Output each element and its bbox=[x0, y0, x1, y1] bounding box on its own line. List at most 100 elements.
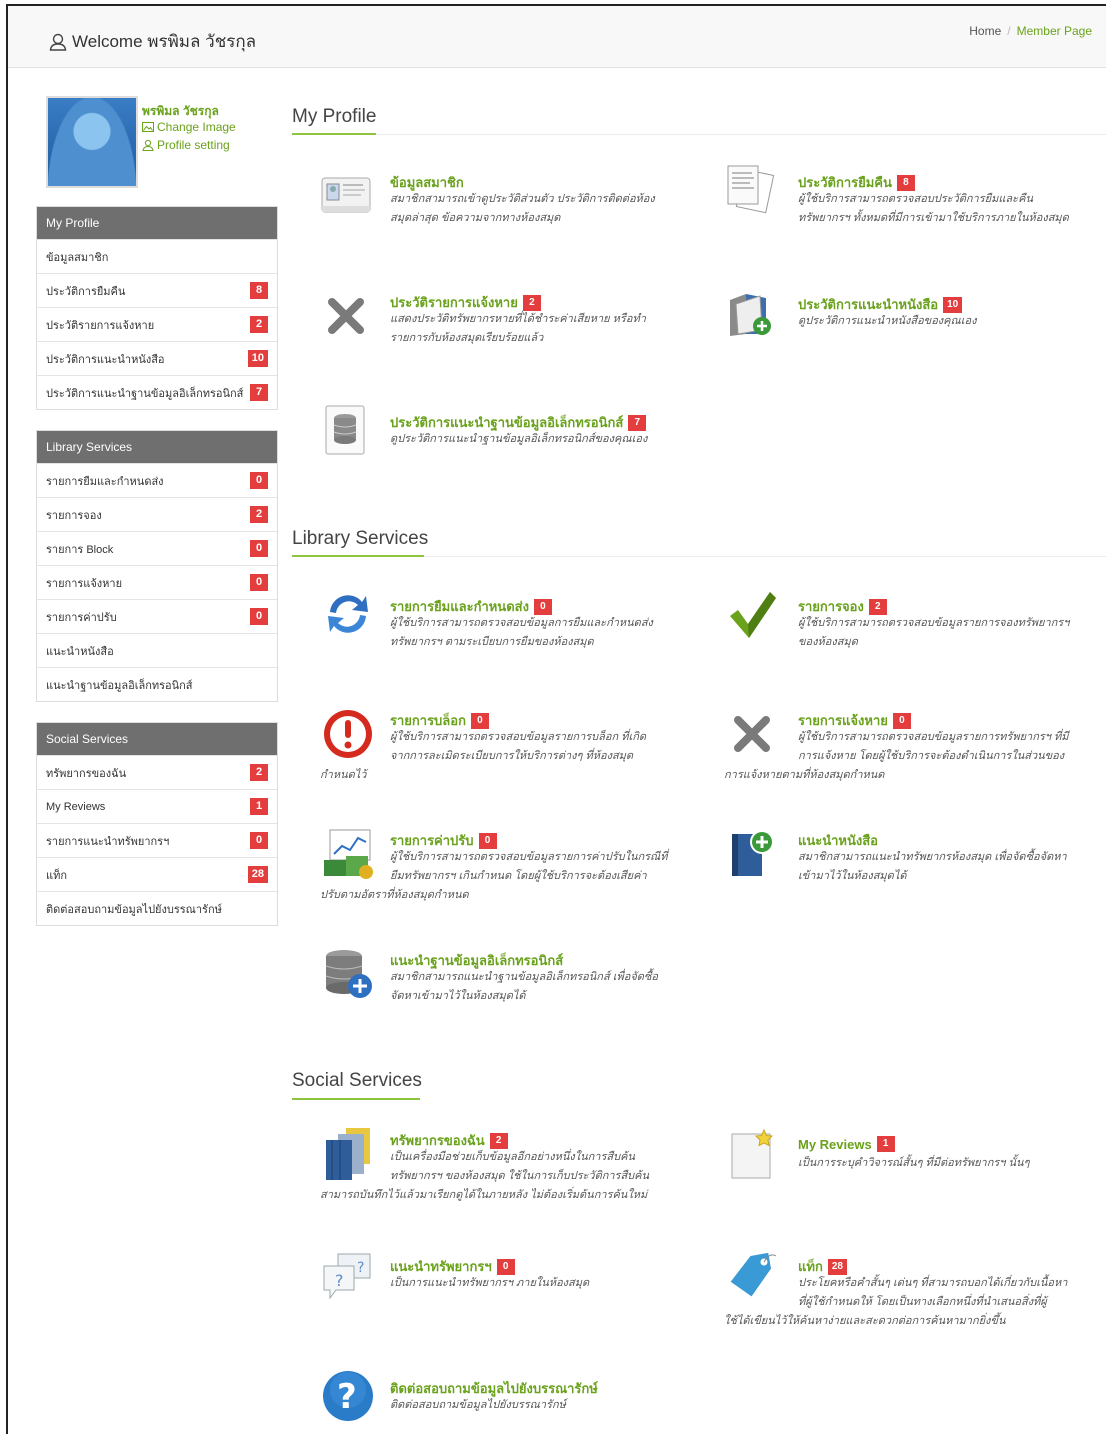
sidebar-item-lost[interactable]: รายการแจ้งหาย 0 bbox=[37, 565, 277, 599]
refresh-icon bbox=[328, 595, 368, 633]
section-title-social-services: Social Services bbox=[292, 1070, 422, 1091]
sidebar-item-label: ข้อมูลสมาชิก bbox=[46, 251, 109, 264]
desc-line: สมาชิกสามารถเข้าดูประวัติส่วนตัว ประวัติ… bbox=[390, 193, 655, 205]
sidebar-item-tags[interactable]: แท็ก 28 bbox=[37, 857, 277, 891]
sidebar-item-loans[interactable]: รายการยืมและกำหนดส่ง 0 bbox=[37, 463, 277, 497]
card-reservations[interactable]: รายการจอง 2 ผู้ใช้บริการสามารถตรวจสอบข้อม… bbox=[724, 586, 1106, 648]
profile-setting-link[interactable]: Profile setting bbox=[142, 138, 230, 152]
sidebar-item-lost-history[interactable]: ประวัติรายการแจ้งหาย 2 bbox=[37, 307, 277, 341]
sidebar-item-my-resources[interactable]: ทรัพยากรของฉัน 2 bbox=[37, 755, 277, 789]
card-suggest-database[interactable]: แนะนำฐานข้อมูลอิเล็กทรอนิกส์ สมาชิกสามาร… bbox=[320, 946, 700, 1006]
count-badge: 0 bbox=[496, 1258, 515, 1275]
count-badge: 2 bbox=[250, 506, 268, 523]
desc-line: สมุดล่าสุด ข้อความจากทางห้องสมุด bbox=[390, 212, 561, 224]
user-icon bbox=[142, 139, 154, 151]
sidebar-item-fines[interactable]: รายการค่าปรับ 0 bbox=[37, 599, 277, 633]
breadcrumb-home[interactable]: Home bbox=[969, 24, 1001, 38]
profile-name[interactable]: พรพิมล วัชรกุล bbox=[142, 102, 219, 121]
card-my-reviews[interactable]: My Reviews 1 เป็นการระบุคำวิจารณ์สั้นๆ ที… bbox=[724, 1126, 1106, 1186]
count-badge: 7 bbox=[250, 384, 268, 401]
card-description: ผู้ใช้บริการสามารถตรวจสอบข้อมูลรายการค่า… bbox=[390, 848, 690, 886]
help-icon: ? bbox=[323, 1371, 373, 1421]
card-my-resources[interactable]: ทรัพยากรของฉัน 2 เป็นเครื่องมือช่วยเก็บข้… bbox=[320, 1126, 700, 1210]
card-resource-suggestions[interactable]: ?? แนะนำทรัพยากรฯ 0 เป็นการแนะนำทรัพยากรฯ… bbox=[320, 1246, 700, 1306]
card-borrow-history[interactable]: ประวัติการยืมคืน 8 ผู้ใช้บริการสามารถตรวจ… bbox=[722, 162, 1106, 226]
alert-icon bbox=[324, 710, 372, 758]
count-badge: 2 bbox=[250, 316, 268, 333]
svg-text:?: ? bbox=[337, 1377, 357, 1417]
avatar[interactable] bbox=[46, 96, 138, 188]
sidebar-item-suggest-database[interactable]: แนะนำฐานข้อมูลอิเล็กทรอนิกส์ bbox=[37, 667, 277, 701]
desc-line: เป็นเครื่องมือช่วยเก็บข้อมูลอีกอย่างหนึ่… bbox=[390, 1151, 635, 1163]
welcome-heading: Welcome พรพิมล วัชรกุล bbox=[48, 28, 256, 55]
profile-setting-label: Profile setting bbox=[157, 138, 230, 152]
sidebar-item-label: รายการจอง bbox=[46, 509, 102, 522]
desc-line: จัดหาเข้ามาไว้ในห้องสมุดได้ bbox=[390, 990, 526, 1002]
card-description: แสดงประวัติทรัพยากรหายที่ได้ชำระค่าเสียห… bbox=[390, 310, 680, 348]
svg-text:?: ? bbox=[335, 1271, 344, 1290]
sidebar-item-database-suggest-history[interactable]: ประวัติการแนะนำฐานข้อมูลอิเล็กทรอนิกส์ 7 bbox=[37, 375, 277, 409]
desc-line: ที่ผู้ใช้กำหนดให้ โดยเป็นทางเลือกหนึ่งที… bbox=[798, 1296, 1047, 1308]
card-title[interactable]: My Reviews 1 bbox=[798, 1136, 895, 1152]
sidebar-item-my-reviews[interactable]: My Reviews 1 bbox=[37, 789, 277, 823]
card-description: ผู้ใช้บริการสามารถตรวจสอบประวัติการยืมแล… bbox=[798, 190, 1098, 228]
card-description-wrap: กำหนดไว้ bbox=[320, 766, 620, 785]
card-tags[interactable]: แท็ก 28 ประโยคหรือคำสั้นๆ เด่นๆ ที่สามารถ… bbox=[724, 1246, 1106, 1330]
sidebar-item-contact-librarian[interactable]: ติดต่อสอบถามข้อมูลไปยังบรรณารักษ์ bbox=[37, 891, 277, 925]
sidebar-item-label: รายการแจ้งหาย bbox=[46, 577, 123, 590]
sidebar-item-label: แท็ก bbox=[46, 869, 68, 882]
count-badge: 0 bbox=[892, 712, 911, 729]
count-badge: 2 bbox=[489, 1132, 508, 1149]
card-lost-history[interactable]: ประวัติรายการแจ้งหาย 2 แสดงประวัติทรัพยาก… bbox=[318, 288, 698, 348]
desc-line: ทรัพยากรฯ ตามระเบียบการยืมของห้องสมุด bbox=[390, 636, 594, 648]
image-icon bbox=[142, 122, 154, 132]
sidebar-item-reservations[interactable]: รายการจอง 2 bbox=[37, 497, 277, 531]
desc-line: ผู้ใช้บริการสามารถตรวจสอบข้อมูลรายการทรั… bbox=[798, 731, 1069, 743]
sidebar-item-book-suggest-history[interactable]: ประวัติการแนะนำหนังสือ 10 bbox=[37, 341, 277, 375]
card-fines[interactable]: รายการค่าปรับ 0 ผู้ใช้บริการสามารถตรวจสอบ… bbox=[320, 826, 700, 906]
sidebar-item-label: ประวัติการแนะนำหนังสือ bbox=[46, 353, 165, 366]
card-contact-librarian[interactable]: ? ติดต่อสอบถามข้อมูลไปยังบรรณารักษ์ ติดต… bbox=[320, 1368, 700, 1428]
count-badge: 10 bbox=[247, 350, 268, 367]
card-description-wrap: ปรับตามอัตราที่ห้องสมุดกำหนด bbox=[320, 886, 640, 905]
card-description: ดูประวัติการแนะนำฐานข้อมูลอิเล็กทรอนิกส์… bbox=[390, 430, 690, 449]
desc-line: ผู้ใช้บริการสามารถตรวจสอบข้อมูลรายการจอง… bbox=[798, 617, 1070, 629]
sidebar-item-borrow-history[interactable]: ประวัติการยืมคืน 8 bbox=[37, 273, 277, 307]
book-plus-icon bbox=[732, 830, 774, 876]
card-lost[interactable]: รายการแจ้งหาย 0 ผู้ใช้บริการสามารถตรวจสอบ… bbox=[724, 706, 1106, 786]
section-underline bbox=[292, 555, 424, 557]
count-badge: 28 bbox=[827, 1258, 847, 1275]
card-description: สมาชิกสามารถแนะนำฐานข้อมูลอิเล็กทรอนิกส์… bbox=[390, 968, 690, 1006]
desc-line: ดูประวัติการแนะนำหนังสือของคุณเอง bbox=[798, 315, 977, 327]
desc-line: จากการละเมิดระเบียบการให้บริการต่างๆ ที่… bbox=[390, 750, 634, 762]
desc-line: ติดต่อสอบถามข้อมูลไปยังบรรณารักษ์ bbox=[390, 1399, 566, 1411]
card-blocks[interactable]: รายการบล็อก 0 ผู้ใช้บริการสามารถตรวจสอบข้… bbox=[320, 706, 700, 786]
card-description: ประโยคหรือคำสั้นๆ เด่นๆ ที่สามารถบอกได้เ… bbox=[798, 1274, 1098, 1312]
svg-text:?: ? bbox=[357, 1260, 364, 1276]
count-badge: 7 bbox=[628, 414, 647, 431]
desc-line: ผู้ใช้บริการสามารถตรวจสอบข้อมูลรายการบล็… bbox=[390, 731, 647, 743]
sidebar-social-services: Social Services ทรัพยากรของฉัน 2 My Revie… bbox=[36, 722, 278, 926]
sidebar-item-blocks[interactable]: รายการ Block 0 bbox=[37, 531, 277, 565]
change-image-link[interactable]: Change Image bbox=[142, 120, 236, 134]
card-description: ติดต่อสอบถามข้อมูลไปยังบรรณารักษ์ bbox=[390, 1396, 690, 1415]
sidebar-item-label: รายการ Block bbox=[46, 543, 114, 556]
question-bubbles-icon: ?? bbox=[323, 1253, 371, 1300]
sidebar-item-resource-suggestions[interactable]: รายการแนะนำทรัพยากรฯ 0 bbox=[37, 823, 277, 857]
breadcrumb-member-page[interactable]: Member Page bbox=[1017, 24, 1092, 38]
desc-line: รายการกับห้องสมุดเรียบร้อยแล้ว bbox=[390, 332, 544, 344]
card-database-suggest-history[interactable]: ประวัติการแนะนำฐานข้อมูลอิเล็กทรอนิกส์ 7 … bbox=[318, 402, 698, 462]
count-badge: 0 bbox=[250, 608, 268, 625]
sidebar-item-member-info[interactable]: ข้อมูลสมาชิก bbox=[37, 239, 277, 273]
sidebar-item-label: ทรัพยากรของฉัน bbox=[46, 767, 127, 780]
card-suggest-book[interactable]: แนะนำหนังสือ สมาชิกสามารถแนะนำทรัพยากรห้… bbox=[724, 826, 1106, 886]
card-book-suggest-history[interactable]: ประวัติการแนะนำหนังสือ 10 ดูประวัติการแนะ… bbox=[722, 286, 1106, 346]
card-loans[interactable]: รายการยืมและกำหนดส่ง 0 ผู้ใช้บริการสามารถ… bbox=[320, 586, 700, 648]
card-member-info[interactable]: ข้อมูลสมาชิก สมาชิกสามารถเข้าดูประวัติส่… bbox=[318, 168, 698, 228]
desc-line: ใช้ได้เขียนไว้ให้ค้นหาง่ายและสะดวกต่อการ… bbox=[724, 1315, 1006, 1327]
sidebar-item-suggest-book[interactable]: แนะนำหนังสือ bbox=[37, 633, 277, 667]
sidebar-item-label: รายการค่าปรับ bbox=[46, 611, 117, 624]
card-description: เป็นการระบุคำวิจารณ์สั้นๆ ที่มีต่อทรัพยา… bbox=[798, 1154, 1098, 1173]
count-badge: 8 bbox=[896, 174, 915, 191]
sidebar-item-label: My Reviews bbox=[46, 800, 106, 813]
